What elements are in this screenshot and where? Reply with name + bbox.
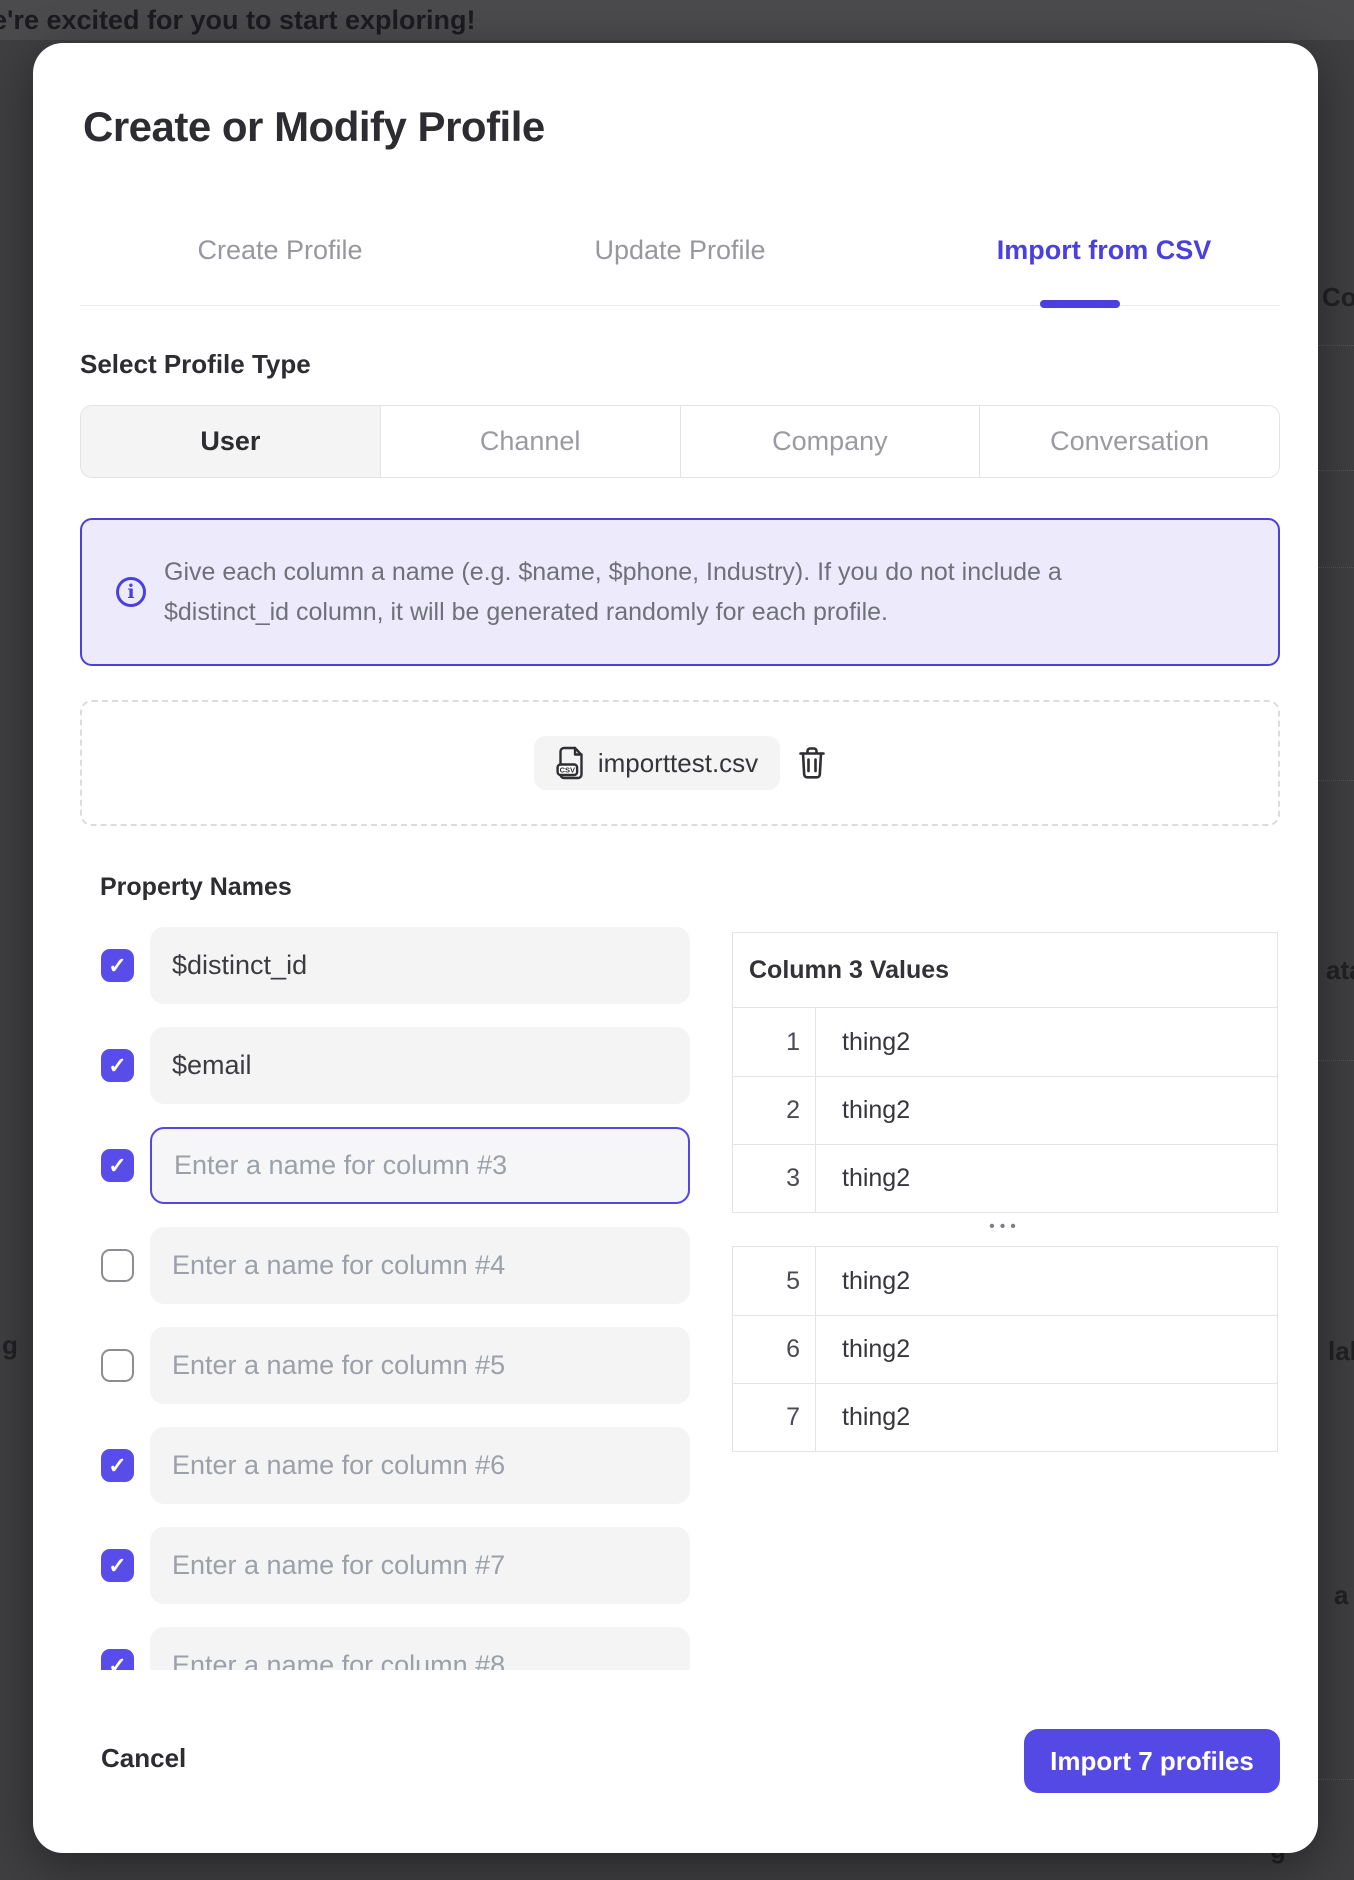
row-index: 5: [733, 1247, 816, 1315]
property-name-input-3[interactable]: [150, 1127, 690, 1204]
cancel-button[interactable]: Cancel: [101, 1743, 186, 1774]
property-name-input-2[interactable]: [150, 1027, 690, 1104]
column-values-header: Column 3 Values: [733, 933, 1277, 1008]
property-name-input-4[interactable]: [150, 1227, 690, 1304]
property-name-input-1[interactable]: [150, 927, 690, 1004]
property-checkbox-7[interactable]: [101, 1549, 134, 1582]
tab-create-profile[interactable]: Create Profile: [197, 235, 362, 266]
property-row: [80, 927, 760, 1004]
info-icon: i: [116, 577, 146, 607]
uploaded-file-name: importtest.csv: [598, 748, 758, 779]
background-banner-text: e're excited for you to start exploring!: [0, 5, 476, 36]
background-fragment: lab: [1328, 1336, 1354, 1367]
csv-dropzone[interactable]: CSV importtest.csv: [80, 700, 1280, 826]
property-checkbox-8[interactable]: [101, 1649, 134, 1670]
background-row-line: [1318, 567, 1354, 568]
segment-user[interactable]: User: [81, 406, 380, 477]
create-or-modify-profile-modal: Create or Modify Profile Create Profile …: [33, 43, 1318, 1853]
property-row: [80, 1627, 760, 1670]
tab-import-from-csv[interactable]: Import from CSV: [997, 235, 1212, 266]
column-values-table-bottom: 5 thing2 6 thing2 7 thing2: [732, 1246, 1278, 1452]
row-value: thing2: [816, 1316, 1277, 1383]
segment-channel[interactable]: Channel: [380, 406, 680, 477]
property-row: [80, 1127, 760, 1204]
table-row: 1 thing2: [733, 1008, 1277, 1076]
row-value: thing2: [816, 1247, 1277, 1315]
background-row-line: [1318, 1779, 1354, 1780]
row-index: 7: [733, 1384, 816, 1451]
property-name-input-8[interactable]: [150, 1627, 690, 1670]
uploaded-file-chip: CSV importtest.csv: [534, 736, 780, 790]
property-row: [80, 1327, 760, 1404]
info-callout: i Give each column a name (e.g. $name, $…: [80, 518, 1280, 666]
property-checkbox-2[interactable]: [101, 1049, 134, 1082]
table-row: 3 thing2: [733, 1144, 1277, 1212]
property-checkbox-1[interactable]: [101, 949, 134, 982]
row-index: 1: [733, 1008, 816, 1076]
property-names-label: Property Names: [100, 873, 292, 902]
modal-title: Create or Modify Profile: [83, 103, 545, 151]
table-row: 6 thing2: [733, 1315, 1277, 1383]
property-row: [80, 1027, 760, 1104]
property-checkbox-3[interactable]: [101, 1149, 134, 1182]
property-name-input-6[interactable]: [150, 1427, 690, 1504]
table-row: 7 thing2: [733, 1383, 1277, 1451]
info-callout-text: Give each column a name (e.g. $name, $ph…: [164, 552, 1174, 632]
table-row: 5 thing2: [733, 1247, 1277, 1315]
background-fragment: ata: [1326, 955, 1354, 986]
active-tab-indicator: [1040, 300, 1120, 308]
row-value: thing2: [816, 1077, 1277, 1144]
property-name-list: [80, 927, 760, 1670]
row-index: 6: [733, 1316, 816, 1383]
property-checkbox-4[interactable]: [101, 1249, 134, 1282]
property-name-input-5[interactable]: [150, 1327, 690, 1404]
property-row: [80, 1527, 760, 1604]
property-row: [80, 1227, 760, 1304]
row-index: 3: [733, 1145, 816, 1212]
profile-type-segmented-control: User Channel Company Conversation: [80, 405, 1280, 478]
tab-update-profile[interactable]: Update Profile: [594, 235, 765, 266]
screen: e're excited for you to start exploring!…: [0, 0, 1354, 1880]
property-checkbox-5[interactable]: [101, 1349, 134, 1382]
background-row-line: [1318, 1060, 1354, 1061]
row-value: thing2: [816, 1384, 1277, 1451]
svg-text:CSV: CSV: [559, 766, 574, 775]
row-value: thing2: [816, 1008, 1277, 1076]
select-profile-type-label: Select Profile Type: [80, 349, 311, 380]
segment-company[interactable]: Company: [680, 406, 980, 477]
trash-icon: [798, 746, 826, 780]
background-row-line: [1318, 780, 1354, 781]
row-value: thing2: [816, 1145, 1277, 1212]
segment-conversation[interactable]: Conversation: [979, 406, 1279, 477]
csv-file-icon: CSV: [556, 746, 586, 780]
property-name-input-7[interactable]: [150, 1527, 690, 1604]
column-values-table-top: Column 3 Values 1 thing2 2 thing2 3 thin…: [732, 932, 1278, 1213]
row-index: 2: [733, 1077, 816, 1144]
rows-ellipsis: •••: [732, 1209, 1278, 1245]
remove-file-button[interactable]: [798, 746, 826, 780]
background-row-line: [1318, 470, 1354, 471]
background-fragment: a: [1334, 1580, 1348, 1611]
background-fragment: g: [2, 1330, 18, 1361]
background-row-line: [1318, 345, 1354, 346]
background-fragment: Col: [1322, 282, 1354, 313]
background-banner: e're excited for you to start exploring!: [0, 0, 1354, 40]
property-row: [80, 1427, 760, 1504]
property-checkbox-6[interactable]: [101, 1449, 134, 1482]
table-row: 2 thing2: [733, 1076, 1277, 1144]
import-profiles-button[interactable]: Import 7 profiles: [1024, 1729, 1280, 1793]
